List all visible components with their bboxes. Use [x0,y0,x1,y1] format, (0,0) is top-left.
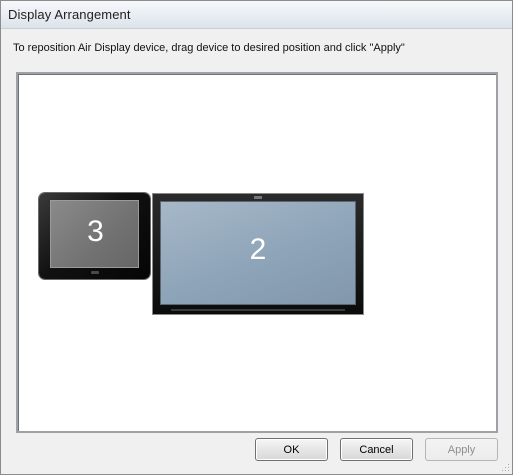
instruction-text: To reposition Air Display device, drag d… [13,42,405,54]
cancel-button[interactable]: Cancel [340,438,413,461]
tablet-home-button-icon [91,271,99,274]
monitor-logo-icon [254,196,262,199]
ok-button[interactable]: OK [255,438,328,461]
monitor-screen: 2 [160,201,356,305]
device-3-tablet[interactable]: 3 [39,193,150,279]
monitor-bezel-bottom [171,309,345,311]
device-number-label: 2 [249,233,267,266]
apply-button[interactable]: Apply [425,438,498,461]
device-2-monitor[interactable]: 2 [152,193,364,315]
display-arrangement-window: Display Arrangement To reposition Air Di… [0,0,513,475]
window-title: Display Arrangement [8,7,131,22]
resize-grip-icon[interactable] [500,462,510,472]
title-bar[interactable]: Display Arrangement [1,1,512,29]
tablet-screen: 3 [50,200,139,268]
device-number-label: 3 [87,215,104,248]
arrangement-canvas[interactable]: 3 2 [16,72,498,433]
